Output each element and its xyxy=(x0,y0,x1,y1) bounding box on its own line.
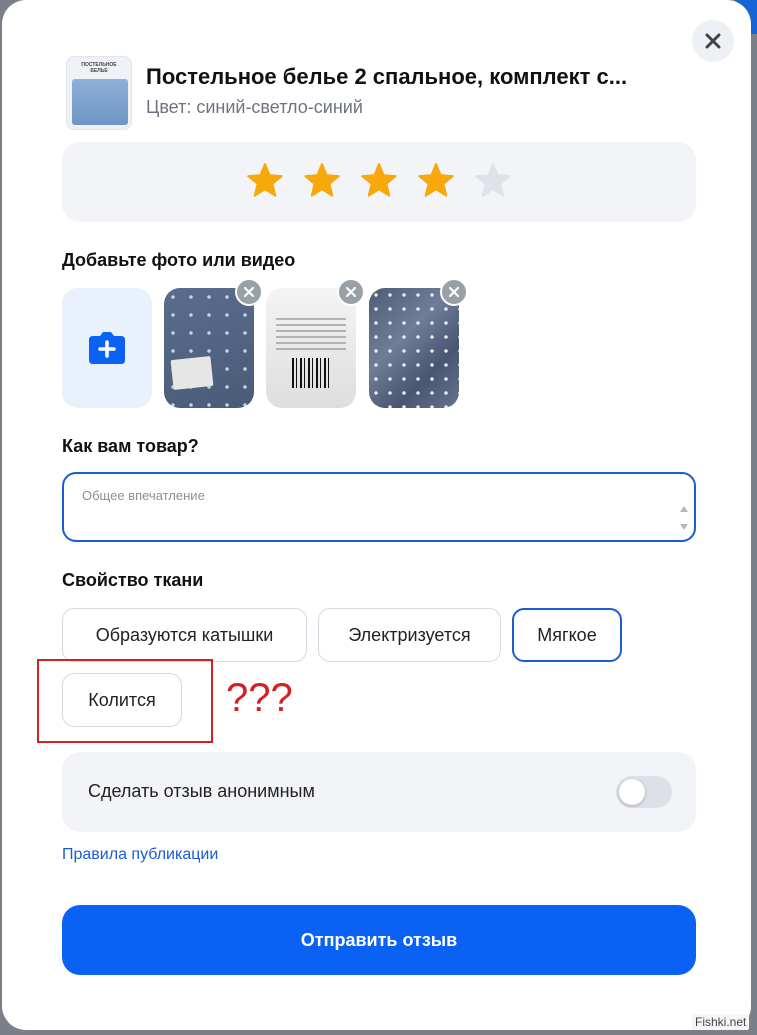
review-textarea[interactable] xyxy=(62,472,696,542)
photo-label-text xyxy=(276,318,346,352)
thumbnail-caption: ПОСТЕЛЬНОЕ БЕЛЬЕ xyxy=(81,62,117,74)
close-icon xyxy=(346,287,356,297)
chip-label: Образуются катышки xyxy=(95,624,274,645)
bedding-image xyxy=(72,79,128,125)
chip-pilling[interactable]: Образуются катышки xyxy=(62,608,307,662)
star-empty-icon[interactable] xyxy=(474,162,512,200)
annotation-highlight xyxy=(37,659,213,743)
remove-photo-3-button[interactable] xyxy=(440,278,468,306)
watermark: Fishki.net xyxy=(692,1014,750,1030)
remove-photo-1-button[interactable] xyxy=(235,278,263,306)
star-filled-icon[interactable] xyxy=(360,162,398,200)
close-icon xyxy=(705,33,721,49)
review-modal: ПОСТЕЛЬНОЕ БЕЛЬЕ Постельное белье 2 спал… xyxy=(2,0,751,1030)
uploaded-photo-1[interactable] xyxy=(164,288,254,408)
camera-plus-icon xyxy=(89,332,125,364)
barcode-graphic xyxy=(292,358,332,388)
anonymous-toggle[interactable] xyxy=(616,776,672,808)
chip-label: Мягкое xyxy=(537,624,597,645)
submit-review-button[interactable]: Отправить отзыв xyxy=(62,905,696,975)
close-icon xyxy=(449,287,459,297)
anonymous-panel: Сделать отзыв анонимным xyxy=(62,752,696,832)
uploaded-photo-2[interactable] xyxy=(266,288,356,408)
anonymous-label: Сделать отзыв анонимным xyxy=(88,781,315,801)
product-title: Постельное белье 2 спальное, комплект с.… xyxy=(146,64,628,89)
publication-rules-link[interactable]: Правила публикации xyxy=(62,846,218,864)
rating-panel xyxy=(62,142,696,222)
review-section-title: Как вам товар? xyxy=(62,436,199,456)
chip-static[interactable]: Электризуется xyxy=(318,608,501,662)
remove-photo-2-button[interactable] xyxy=(337,278,365,306)
product-thumbnail: ПОСТЕЛЬНОЕ БЕЛЬЕ xyxy=(66,56,132,130)
star-filled-icon[interactable] xyxy=(417,162,455,200)
add-media-button[interactable] xyxy=(62,288,152,408)
fabric-section-title: Свойство ткани xyxy=(62,570,204,590)
star-rating xyxy=(62,162,696,200)
chip-label: Электризуется xyxy=(348,624,471,645)
chip-soft[interactable]: Мягкое xyxy=(512,608,622,662)
close-icon xyxy=(244,287,254,297)
toggle-knob xyxy=(619,779,645,805)
media-section-title: Добавьте фото или видео xyxy=(62,250,296,270)
photo-label-card xyxy=(170,355,214,391)
product-summary: ПОСТЕЛЬНОЕ БЕЛЬЕ Постельное белье 2 спал… xyxy=(66,56,706,132)
star-filled-icon[interactable] xyxy=(246,162,284,200)
product-color: Цвет: синий-светло-синий xyxy=(146,97,363,117)
annotation-text: ??? xyxy=(226,676,293,720)
textarea-scroll-arrows-icon[interactable] xyxy=(678,504,690,532)
star-filled-icon[interactable] xyxy=(303,162,341,200)
uploaded-photo-3[interactable] xyxy=(369,288,459,408)
